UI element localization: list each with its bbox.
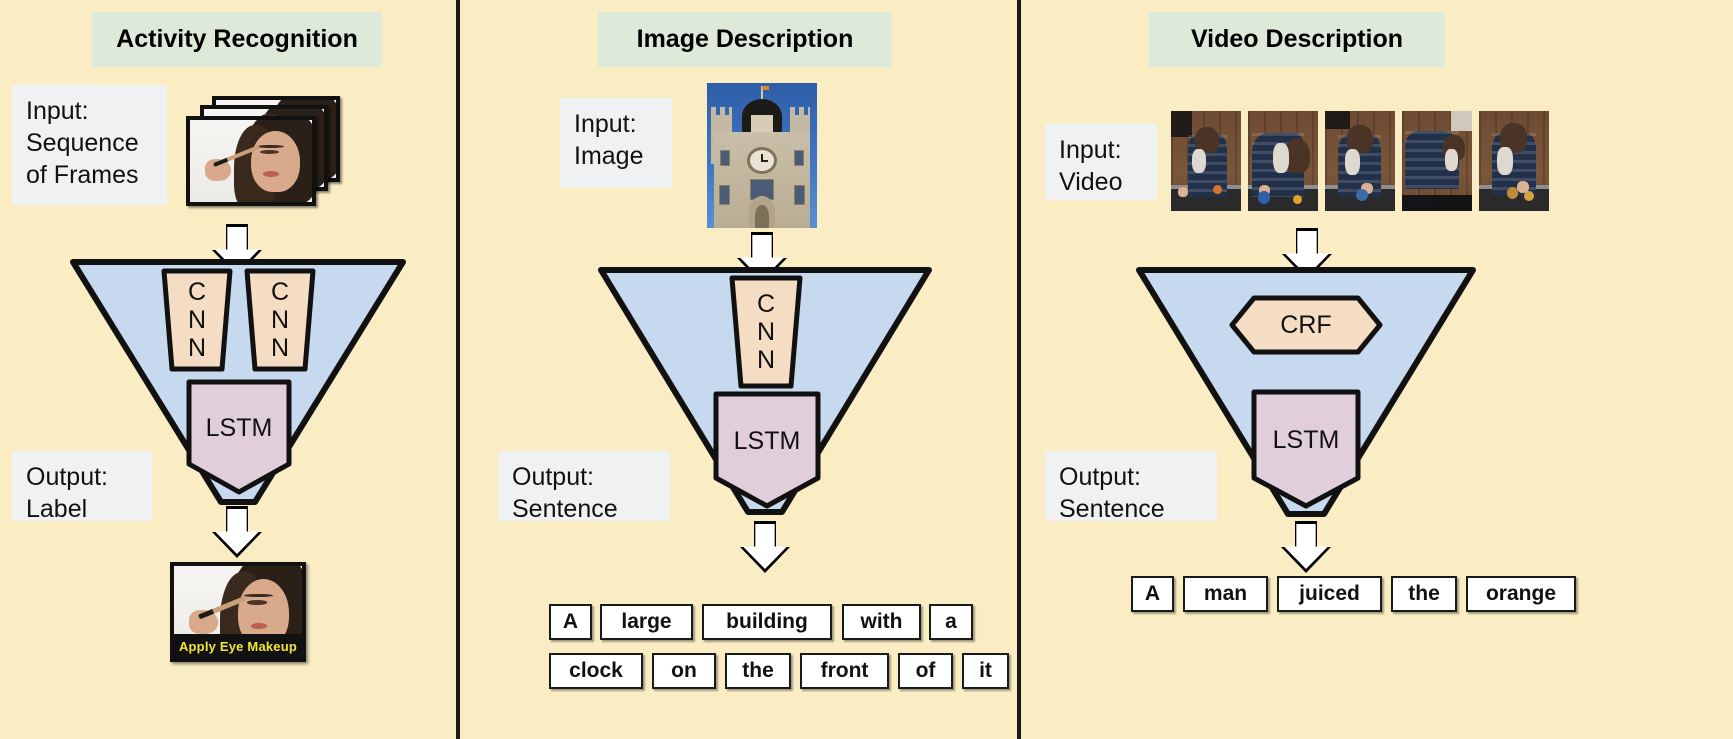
- panel-title-activity: Activity Recognition: [92, 12, 382, 67]
- lstm-block-image: [712, 390, 822, 510]
- input-label-image: Input: Image: [560, 98, 672, 188]
- crf-block: [1228, 294, 1384, 356]
- lstm-block-video: [1250, 388, 1362, 510]
- word-box: front: [800, 653, 889, 689]
- panel-title-video: Video Description: [1149, 12, 1445, 67]
- video-frame: [1248, 111, 1318, 211]
- diagram-canvas: Activity Recognition Input: Sequence of …: [0, 0, 1733, 739]
- video-frame: [1171, 111, 1241, 211]
- output-photo: Apply Eye Makeup: [174, 566, 302, 658]
- word-box: orange: [1466, 576, 1576, 612]
- clock-tower-image: [707, 83, 817, 228]
- video-frame: [1479, 111, 1549, 211]
- cnn-block-2: [243, 267, 317, 373]
- word-box: large: [600, 604, 693, 640]
- word-box: a: [929, 604, 973, 640]
- cnn-block-image: [728, 274, 804, 390]
- word-box: the: [725, 653, 791, 689]
- word-box: A: [549, 604, 592, 640]
- output-label-activity: Output: Label: [12, 451, 152, 523]
- input-clock-tower-photo: [707, 83, 817, 228]
- panel-activity-recognition: Activity Recognition Input: Sequence of …: [0, 0, 456, 739]
- video-frame: [1325, 111, 1395, 211]
- panel-video-description: Video Description Input: Video CRF LSTM …: [1021, 0, 1733, 739]
- arrow-model-to-output-icon: [1281, 521, 1331, 573]
- output-label-video: Output: Sentence: [1045, 451, 1217, 523]
- panel-image-description: Image Description Input: Image C N N LST…: [460, 0, 1017, 739]
- output-caption-badge: Apply Eye Makeup: [174, 634, 302, 658]
- lstm-block-activity: [185, 378, 293, 496]
- output-labeled-frame: Apply Eye Makeup: [170, 562, 306, 662]
- word-box: of: [898, 653, 953, 689]
- arrow-model-to-output-icon: [212, 506, 262, 558]
- video-frame: [1402, 111, 1472, 211]
- panel-title-image: Image Description: [598, 12, 892, 67]
- word-box: with: [842, 604, 921, 640]
- word-box: on: [652, 653, 716, 689]
- input-frame-stack: [186, 96, 346, 211]
- frame-card-front: [186, 116, 316, 206]
- input-label-activity: Input: Sequence of Frames: [12, 85, 167, 205]
- arrow-model-to-output-icon: [740, 521, 790, 573]
- word-box: A: [1131, 576, 1174, 612]
- word-box: it: [962, 653, 1009, 689]
- input-video-frame-strip: [1171, 111, 1549, 211]
- word-box: juiced: [1277, 576, 1382, 612]
- word-box: the: [1391, 576, 1457, 612]
- word-box: man: [1183, 576, 1268, 612]
- cnn-block-1: [160, 267, 234, 373]
- input-label-video: Input: Video: [1045, 124, 1157, 200]
- frame-photo: [190, 120, 312, 202]
- word-box: building: [702, 604, 832, 640]
- output-label-image: Output: Sentence: [498, 451, 670, 523]
- word-box: clock: [549, 653, 643, 689]
